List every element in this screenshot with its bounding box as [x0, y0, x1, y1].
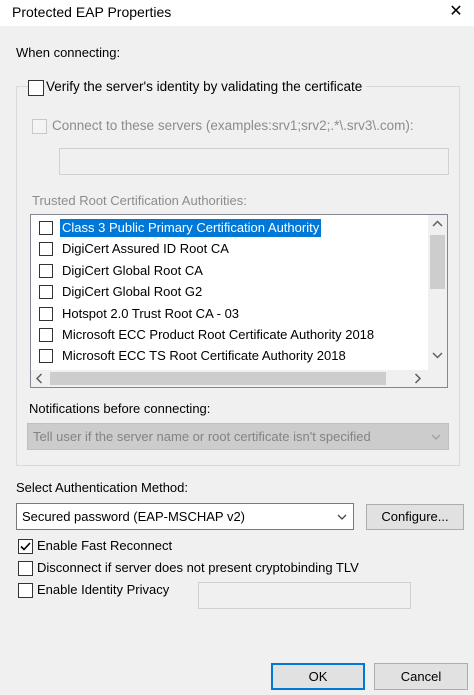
ca-label: Microsoft ECC Product Root Certificate A… — [62, 327, 375, 342]
horizontal-scroll-thumb[interactable] — [50, 372, 386, 385]
servers-input[interactable] — [59, 148, 449, 175]
verify-server-label: Verify the server's identity by validati… — [46, 79, 367, 94]
vertical-scrollbar[interactable] — [428, 215, 447, 370]
configure-button-label: Configure... — [381, 509, 449, 524]
ca-checkbox[interactable] — [39, 221, 53, 235]
ca-list-item[interactable]: DigiCert Assured ID Root CA — [31, 238, 428, 259]
ca-checkbox[interactable] — [39, 285, 53, 300]
checkmark-icon — [20, 542, 31, 551]
connect-servers-label: Connect to these servers (examples:srv1;… — [52, 118, 414, 133]
disconnect-cryptobinding-checkbox[interactable] — [18, 561, 33, 576]
cancel-button[interactable]: Cancel — [374, 663, 468, 690]
notifications-value: Tell user if the server name or root cer… — [33, 429, 371, 444]
ca-checkbox[interactable] — [39, 242, 53, 257]
chevron-down-icon — [430, 431, 442, 446]
ok-button[interactable]: OK — [271, 663, 365, 690]
auth-method-value: Secured password (EAP-MSCHAP v2) — [22, 509, 246, 524]
ca-list-item[interactable]: Hotspot 2.0 Trust Root CA - 03 — [31, 303, 428, 324]
when-connecting-label: When connecting: — [16, 45, 121, 60]
identity-input[interactable] — [198, 582, 411, 609]
chevron-down-icon[interactable] — [428, 347, 447, 364]
connect-servers-checkbox[interactable] — [32, 119, 47, 134]
ca-checkbox[interactable] — [39, 306, 53, 321]
chevron-left-icon[interactable] — [31, 370, 48, 387]
cancel-button-label: Cancel — [400, 669, 442, 684]
vertical-scroll-thumb[interactable] — [430, 235, 445, 289]
configure-button[interactable]: Configure... — [366, 504, 464, 530]
ca-label: DigiCert Assured ID Root CA — [62, 241, 229, 257]
identity-privacy-label: Enable Identity Privacy — [37, 582, 170, 597]
ca-checkbox[interactable] — [39, 349, 53, 364]
chevron-down-icon — [336, 511, 348, 526]
identity-privacy-checkbox[interactable] — [18, 583, 33, 598]
ca-list-item[interactable]: DigiCert Global Root G2 — [31, 281, 428, 302]
disconnect-cryptobinding-label: Disconnect if server does not present cr… — [37, 560, 359, 575]
trusted-ca-list: Class 3 Public Primary Certification Aut… — [30, 214, 448, 388]
ca-checkbox[interactable] — [39, 328, 53, 342]
ca-list-item[interactable]: DigiCert Global Root CA — [31, 260, 428, 281]
ca-label: DigiCert Global Root CA — [62, 262, 203, 278]
ca-label: Microsoft ECC TS Root Certificate Author… — [62, 348, 346, 364]
close-icon[interactable]: ✕ — [438, 0, 474, 26]
ca-label: DigiCert Global Root G2 — [62, 284, 203, 300]
ok-button-label: OK — [308, 669, 328, 684]
scroll-corner — [428, 370, 447, 387]
trusted-root-label: Trusted Root Certification Authorities: — [32, 193, 247, 208]
horizontal-scrollbar[interactable] — [31, 370, 428, 387]
verify-server-checkbox[interactable] — [28, 80, 44, 96]
ca-checkbox[interactable] — [39, 263, 53, 278]
notifications-dropdown[interactable]: Tell user if the server name or root cer… — [27, 423, 449, 450]
chevron-right-icon[interactable] — [409, 370, 426, 387]
auth-method-label: Select Authentication Method: — [16, 480, 189, 495]
ca-list-item[interactable]: Microsoft ECC Product Root Certificate A… — [31, 324, 428, 345]
auth-method-dropdown[interactable]: Secured password (EAP-MSCHAP v2) — [16, 503, 354, 530]
chevron-up-icon[interactable] — [428, 215, 447, 232]
fast-reconnect-checkbox[interactable] — [18, 539, 33, 554]
window-title: Protected EAP Properties — [12, 4, 172, 20]
ca-list-item[interactable]: Class 3 Public Primary Certification Aut… — [31, 217, 428, 238]
ca-label: Hotspot 2.0 Trust Root CA - 03 — [62, 305, 240, 321]
ca-label: Class 3 Public Primary Certification Aut… — [60, 219, 322, 237]
fast-reconnect-label: Enable Fast Reconnect — [37, 538, 173, 553]
notifications-label: Notifications before connecting: — [29, 401, 211, 416]
ca-list-item[interactable]: Microsoft ECC TS Root Certificate Author… — [31, 345, 428, 366]
